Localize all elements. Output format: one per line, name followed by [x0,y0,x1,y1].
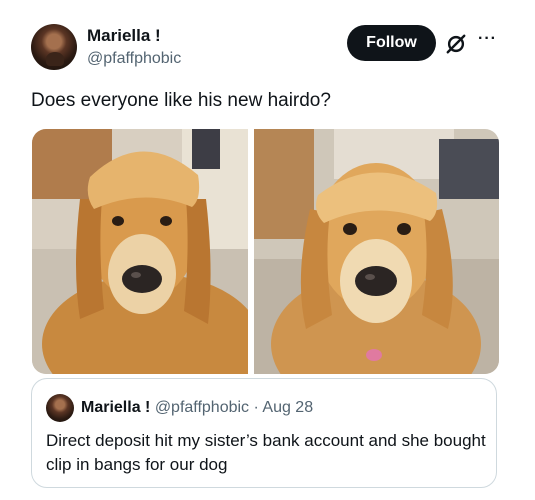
quoted-author-avatar [46,394,74,422]
tweet-text: Does everyone like his new hairdo? [31,90,331,111]
follow-button[interactable]: Follow [347,25,436,61]
grok-slash-icon[interactable] [445,33,467,55]
quoted-date: Aug 28 [262,399,314,416]
tweet-photo-1[interactable] [32,129,248,374]
dog-photo-1 [32,129,248,374]
quoted-tweet-text: Direct deposit hit my sister’s bank acco… [46,431,486,474]
author-avatar[interactable] [31,24,77,70]
quoted-separator: · [253,399,259,416]
quoted-author-handle: @pfaffphobic [154,399,250,416]
author-name[interactable]: Mariella ! [87,26,161,46]
quoted-author-name: Mariella ! [81,399,151,416]
more-dots-icon[interactable]: ··· [478,30,497,48]
dog-photo-2 [254,129,499,374]
quoted-tweet-header: Mariella ! @pfaffphobic · Aug 28 [81,399,313,417]
tweet-photo-2[interactable] [254,129,499,374]
author-handle[interactable]: @pfaffphobic [87,50,181,68]
quoted-tweet[interactable]: Mariella ! @pfaffphobic · Aug 28 Direct … [31,378,497,488]
